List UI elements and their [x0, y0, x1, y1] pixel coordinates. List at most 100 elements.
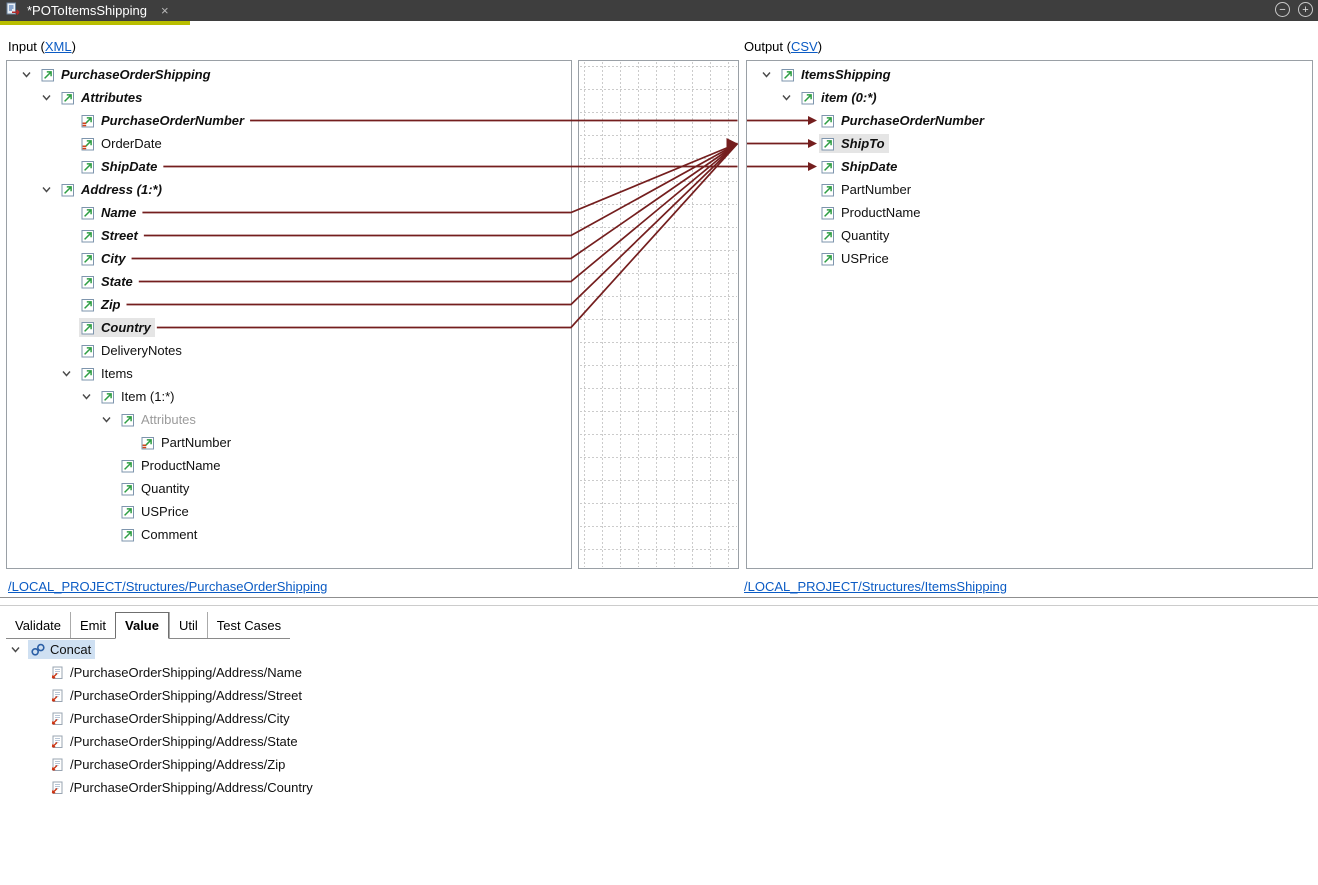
tree-row-purchaseordernumber[interactable]: PurchaseOrderNumber: [7, 109, 571, 132]
tree-row-purchaseordernumber[interactable]: PurchaseOrderNumber: [747, 109, 1312, 132]
element-icon: [821, 229, 837, 243]
node-label: Address (1:*): [81, 182, 162, 197]
tab-emit[interactable]: Emit: [70, 612, 115, 638]
element-icon: [81, 229, 97, 243]
tree-row-concat[interactable]: Concat: [0, 638, 1318, 661]
element-icon: [81, 298, 97, 312]
function-arg-row[interactable]: /PurchaseOrderShipping/Address/Zip: [0, 753, 1318, 776]
chevron-down-icon[interactable]: [10, 644, 30, 655]
element-icon: [61, 91, 77, 105]
tree-row-quantity[interactable]: Quantity: [7, 477, 571, 500]
element-icon: [81, 344, 97, 358]
function-arg-row[interactable]: /PurchaseOrderShipping/Address/State: [0, 730, 1318, 753]
element-icon: [121, 482, 137, 496]
document-tab[interactable]: *POToItemsShipping ×: [0, 0, 179, 21]
chevron-down-icon[interactable]: [61, 368, 81, 379]
minimize-icon[interactable]: −: [1275, 2, 1290, 17]
input-format-link[interactable]: XML: [45, 39, 72, 54]
output-format-link[interactable]: CSV: [791, 39, 818, 54]
tree-row-zip[interactable]: Zip: [7, 293, 571, 316]
tree-row-shipto[interactable]: ShipTo: [747, 132, 1312, 155]
function-arg-row[interactable]: /PurchaseOrderShipping/Address/Street: [0, 684, 1318, 707]
chevron-down-icon[interactable]: [41, 184, 61, 195]
output-header-suffix: ): [818, 39, 822, 54]
node-label: ShipDate: [101, 159, 157, 174]
node: item (0:*): [799, 88, 881, 107]
tree-row-attributes[interactable]: Attributes: [7, 86, 571, 109]
close-icon[interactable]: ×: [161, 4, 169, 17]
tree-row-address-1[interactable]: Address (1:*): [7, 178, 571, 201]
element-icon: [821, 183, 837, 197]
element-icon: [821, 114, 837, 128]
node-label: Items: [101, 366, 133, 381]
node-label: PartNumber: [161, 435, 231, 450]
function-arg-row[interactable]: /PurchaseOrderShipping/Address/Name: [0, 661, 1318, 684]
tree-row-itemsshipping[interactable]: ItemsShipping: [747, 63, 1312, 86]
node: City: [79, 249, 130, 268]
node-label: PurchaseOrderNumber: [101, 113, 244, 128]
maximize-icon[interactable]: +: [1298, 2, 1313, 17]
function-arg-row[interactable]: /PurchaseOrderShipping/Address/Country: [0, 776, 1318, 799]
chevron-down-icon[interactable]: [781, 92, 801, 103]
tree-row-name[interactable]: Name: [7, 201, 571, 224]
element-icon: [81, 367, 97, 381]
chevron-down-icon[interactable]: [81, 391, 101, 402]
chevron-down-icon[interactable]: [21, 69, 41, 80]
tree-row-usprice[interactable]: USPrice: [7, 500, 571, 523]
node-label: OrderDate: [101, 136, 162, 151]
tree-row-partnumber[interactable]: PartNumber: [7, 431, 571, 454]
tab-validate[interactable]: Validate: [6, 612, 70, 638]
tree-row-usprice[interactable]: USPrice: [747, 247, 1312, 270]
tab-value[interactable]: Value: [115, 612, 169, 639]
bottom-tab-bar: Validate EmitValueUtilTest Cases: [6, 612, 290, 639]
tree-row-shipdate[interactable]: ShipDate: [747, 155, 1312, 178]
tab-test-cases[interactable]: Test Cases: [207, 612, 290, 638]
node-label: Country: [101, 320, 151, 335]
output-structure-link[interactable]: /LOCAL_PROJECT/Structures/ItemsShipping: [744, 579, 1007, 594]
tree-row-item-0[interactable]: item (0:*): [747, 86, 1312, 109]
function-arg-row[interactable]: /PurchaseOrderShipping/Address/City: [0, 707, 1318, 730]
tab-util[interactable]: Util: [169, 612, 207, 638]
horizontal-splitter-shadow: [0, 605, 1318, 606]
input-structure-link[interactable]: /LOCAL_PROJECT/Structures/PurchaseOrderS…: [8, 579, 327, 594]
tree-row-orderdate[interactable]: OrderDate: [7, 132, 571, 155]
tab-label: Validate: [15, 618, 61, 633]
node: Items: [79, 364, 137, 383]
tree-row-city[interactable]: City: [7, 247, 571, 270]
tree-row-purchaseordershipping[interactable]: PurchaseOrderShipping: [7, 63, 571, 86]
window-buttons: − +: [1275, 2, 1313, 17]
node-label: ProductName: [841, 205, 920, 220]
node: DeliveryNotes: [79, 341, 186, 360]
node: ShipDate: [819, 157, 901, 176]
node-label: ShipDate: [841, 159, 897, 174]
tree-row-comment[interactable]: Comment: [7, 523, 571, 546]
tree-row-productname[interactable]: ProductName: [747, 201, 1312, 224]
value-icon: [50, 689, 66, 703]
node: Address (1:*): [59, 180, 166, 199]
element-icon: [821, 137, 837, 151]
tree-row-state[interactable]: State: [7, 270, 571, 293]
element-icon: [81, 275, 97, 289]
chevron-down-icon[interactable]: [761, 69, 781, 80]
input-tree-panel: PurchaseOrderShippingAttributesPurchaseO…: [6, 60, 572, 569]
function-arg-path: /PurchaseOrderShipping/Address/Street: [70, 688, 302, 703]
chevron-down-icon[interactable]: [101, 414, 121, 425]
tree-row-item-1[interactable]: Item (1:*): [7, 385, 571, 408]
node-label: City: [101, 251, 126, 266]
tree-row-productname[interactable]: ProductName: [7, 454, 571, 477]
mapping-canvas[interactable]: [578, 60, 739, 569]
element-icon: [41, 68, 57, 82]
tree-row-country[interactable]: Country: [7, 316, 571, 339]
tree-row-shipdate[interactable]: ShipDate: [7, 155, 571, 178]
chevron-down-icon[interactable]: [41, 92, 61, 103]
tree-row-deliverynotes[interactable]: DeliveryNotes: [7, 339, 571, 362]
tree-row-partnumber[interactable]: PartNumber: [747, 178, 1312, 201]
tree-row-items[interactable]: Items: [7, 362, 571, 385]
active-tab-underline: [0, 21, 190, 25]
tree-row-quantity[interactable]: Quantity: [747, 224, 1312, 247]
function-arg-path: /PurchaseOrderShipping/Address/Name: [70, 665, 302, 680]
horizontal-splitter[interactable]: [0, 597, 1318, 598]
tree-row-attributes[interactable]: Attributes: [7, 408, 571, 431]
tree-row-street[interactable]: Street: [7, 224, 571, 247]
node: State: [79, 272, 137, 291]
